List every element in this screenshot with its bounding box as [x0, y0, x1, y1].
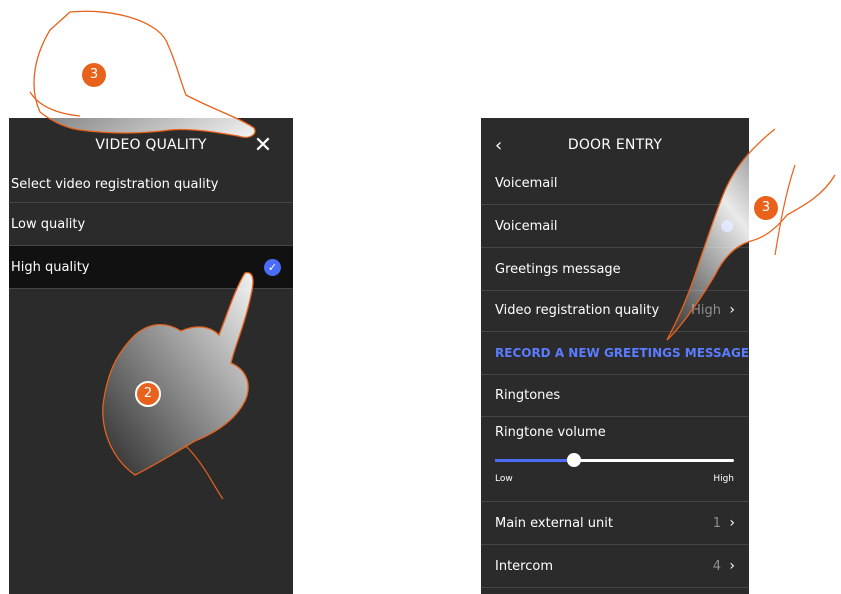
section-header-label: Voicemail — [495, 176, 558, 191]
intercom-row[interactable]: Intercom 4 › — [481, 545, 749, 588]
row-label: Main external unit — [495, 516, 613, 531]
row-label: Voicemail — [495, 219, 558, 234]
greetings-message-row[interactable]: Greetings message — [481, 248, 749, 291]
check-icon: ✓ — [264, 259, 281, 276]
chevron-right-icon: › — [729, 515, 735, 531]
slider-max-label: High — [713, 474, 734, 484]
option-label: Low quality — [11, 217, 86, 232]
step-badge: 3 — [754, 196, 778, 220]
screen-title: VIDEO QUALITY — [95, 137, 207, 153]
option-low-quality[interactable]: Low quality — [9, 203, 293, 246]
close-icon[interactable]: ✕ — [253, 135, 273, 157]
step-badge: 3 — [82, 63, 106, 87]
screen-title: DOOR ENTRY — [567, 137, 663, 153]
volume-slider-fill — [495, 459, 574, 462]
row-label: Video registration quality — [495, 303, 660, 318]
slider-min-label: Low — [495, 474, 513, 484]
row-label: Intercom — [495, 559, 553, 574]
video-registration-quality-row[interactable]: Video registration quality High › — [481, 289, 749, 332]
ringtones-row[interactable]: Ringtones — [481, 374, 749, 417]
volume-slider-track[interactable] — [495, 453, 734, 467]
row-label: Greetings message — [495, 262, 621, 277]
chevron-right-icon: › — [729, 558, 735, 574]
step-badge: 2 — [135, 381, 161, 407]
section-header-voicemail: Voicemail — [481, 162, 749, 205]
option-high-quality[interactable]: High quality ✓ — [9, 246, 293, 289]
door-entry-screen: ‹ DOOR ENTRY Voicemail Voicemail Greetin… — [481, 118, 749, 594]
row-value: 1 — [712, 516, 721, 531]
ringtone-volume-block: Ringtone volume Low High — [481, 417, 749, 502]
video-quality-screen: VIDEO QUALITY ✕ Select video registratio… — [9, 118, 293, 594]
main-external-unit-row[interactable]: Main external unit 1 › — [481, 502, 749, 545]
chevron-right-icon: › — [729, 302, 735, 318]
toggle-icon[interactable] — [721, 220, 733, 232]
voicemail-toggle-row[interactable]: Voicemail — [481, 205, 749, 248]
row-value: 4 — [712, 559, 721, 574]
option-label: High quality — [11, 260, 90, 275]
subtitle: Select video registration quality — [9, 168, 293, 203]
record-greetings-button[interactable]: RECORD A NEW GREETINGS MESSAGE — [481, 332, 749, 375]
volume-slider-thumb[interactable] — [566, 453, 581, 467]
row-value: High — [691, 303, 721, 318]
row-label: Ringtones — [495, 388, 561, 403]
slider-label: Ringtone volume — [495, 425, 606, 440]
